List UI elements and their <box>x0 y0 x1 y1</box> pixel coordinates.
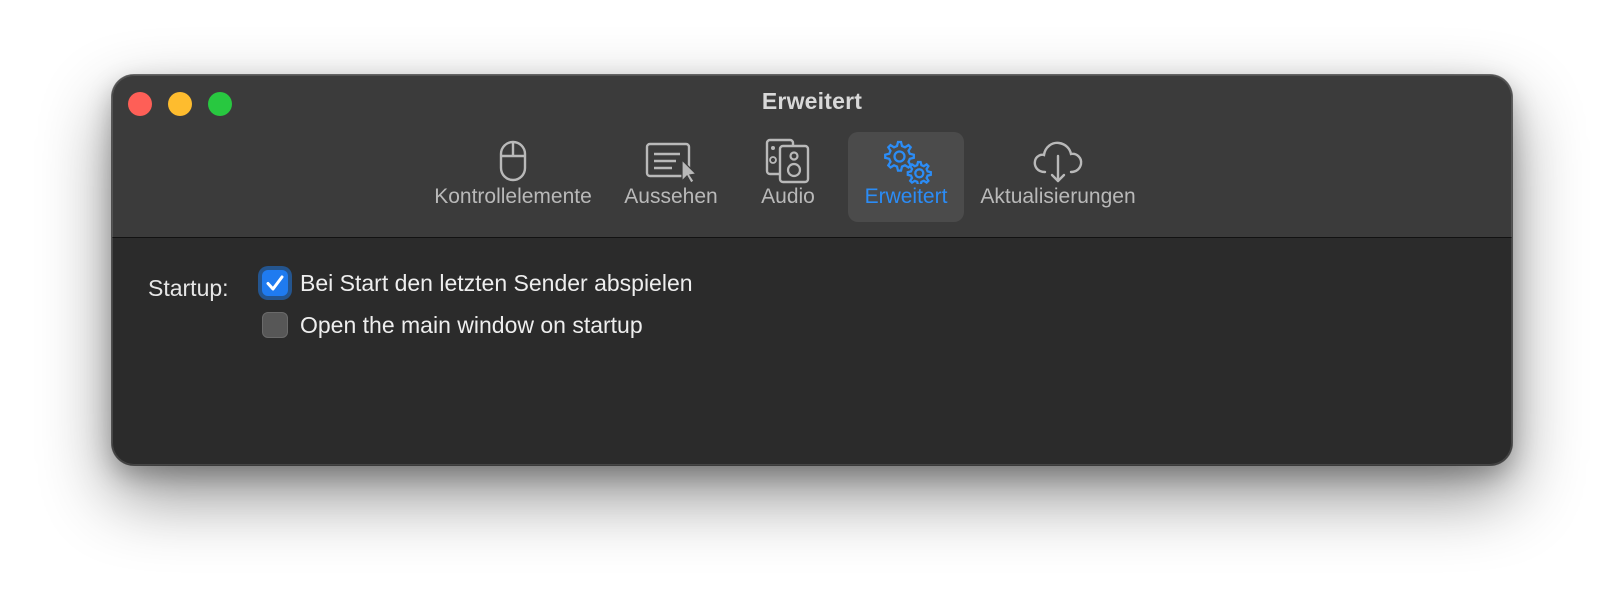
cloud-download-icon <box>970 138 1146 184</box>
gears-icon <box>848 138 964 184</box>
tab-audio[interactable]: Audio <box>742 132 834 222</box>
tab-label: Aktualisierungen <box>980 185 1136 208</box>
toolbar: Erweitert Kontrollelemente Aussehen Audi… <box>112 75 1512 238</box>
tab-aussehen[interactable]: Aussehen <box>614 132 728 222</box>
tab-erweitert[interactable]: Erweitert <box>848 132 964 222</box>
mouse-icon <box>422 138 604 184</box>
tab-label: Kontrollelemente <box>434 185 592 208</box>
checkmark-icon <box>266 275 284 291</box>
option-label[interactable]: Bei Start den letzten Sender abspielen <box>300 270 693 297</box>
screen-pointer-icon <box>614 138 728 184</box>
open-main-window-checkbox[interactable] <box>262 312 288 338</box>
play-last-station-checkbox[interactable] <box>262 270 288 296</box>
window-title: Erweitert <box>761 88 863 114</box>
startup-label: Startup: <box>148 275 229 301</box>
tab-label: Audio <box>761 185 815 208</box>
tab-aktualisierungen[interactable]: Aktualisierungen <box>970 132 1146 222</box>
tab-label: Aussehen <box>624 185 718 208</box>
option-play-last-station[interactable]: Bei Start den letzten Sender abspielen <box>262 268 693 298</box>
tab-kontrollelemente[interactable]: Kontrollelemente <box>422 132 604 222</box>
tab-label: Erweitert <box>864 185 948 208</box>
option-label[interactable]: Open the main window on startup <box>300 312 643 339</box>
preferences-window: Erweitert Kontrollelemente Aussehen Audi… <box>112 75 1512 465</box>
option-open-main-window[interactable]: Open the main window on startup <box>262 310 643 340</box>
speaker-icon <box>742 138 834 184</box>
